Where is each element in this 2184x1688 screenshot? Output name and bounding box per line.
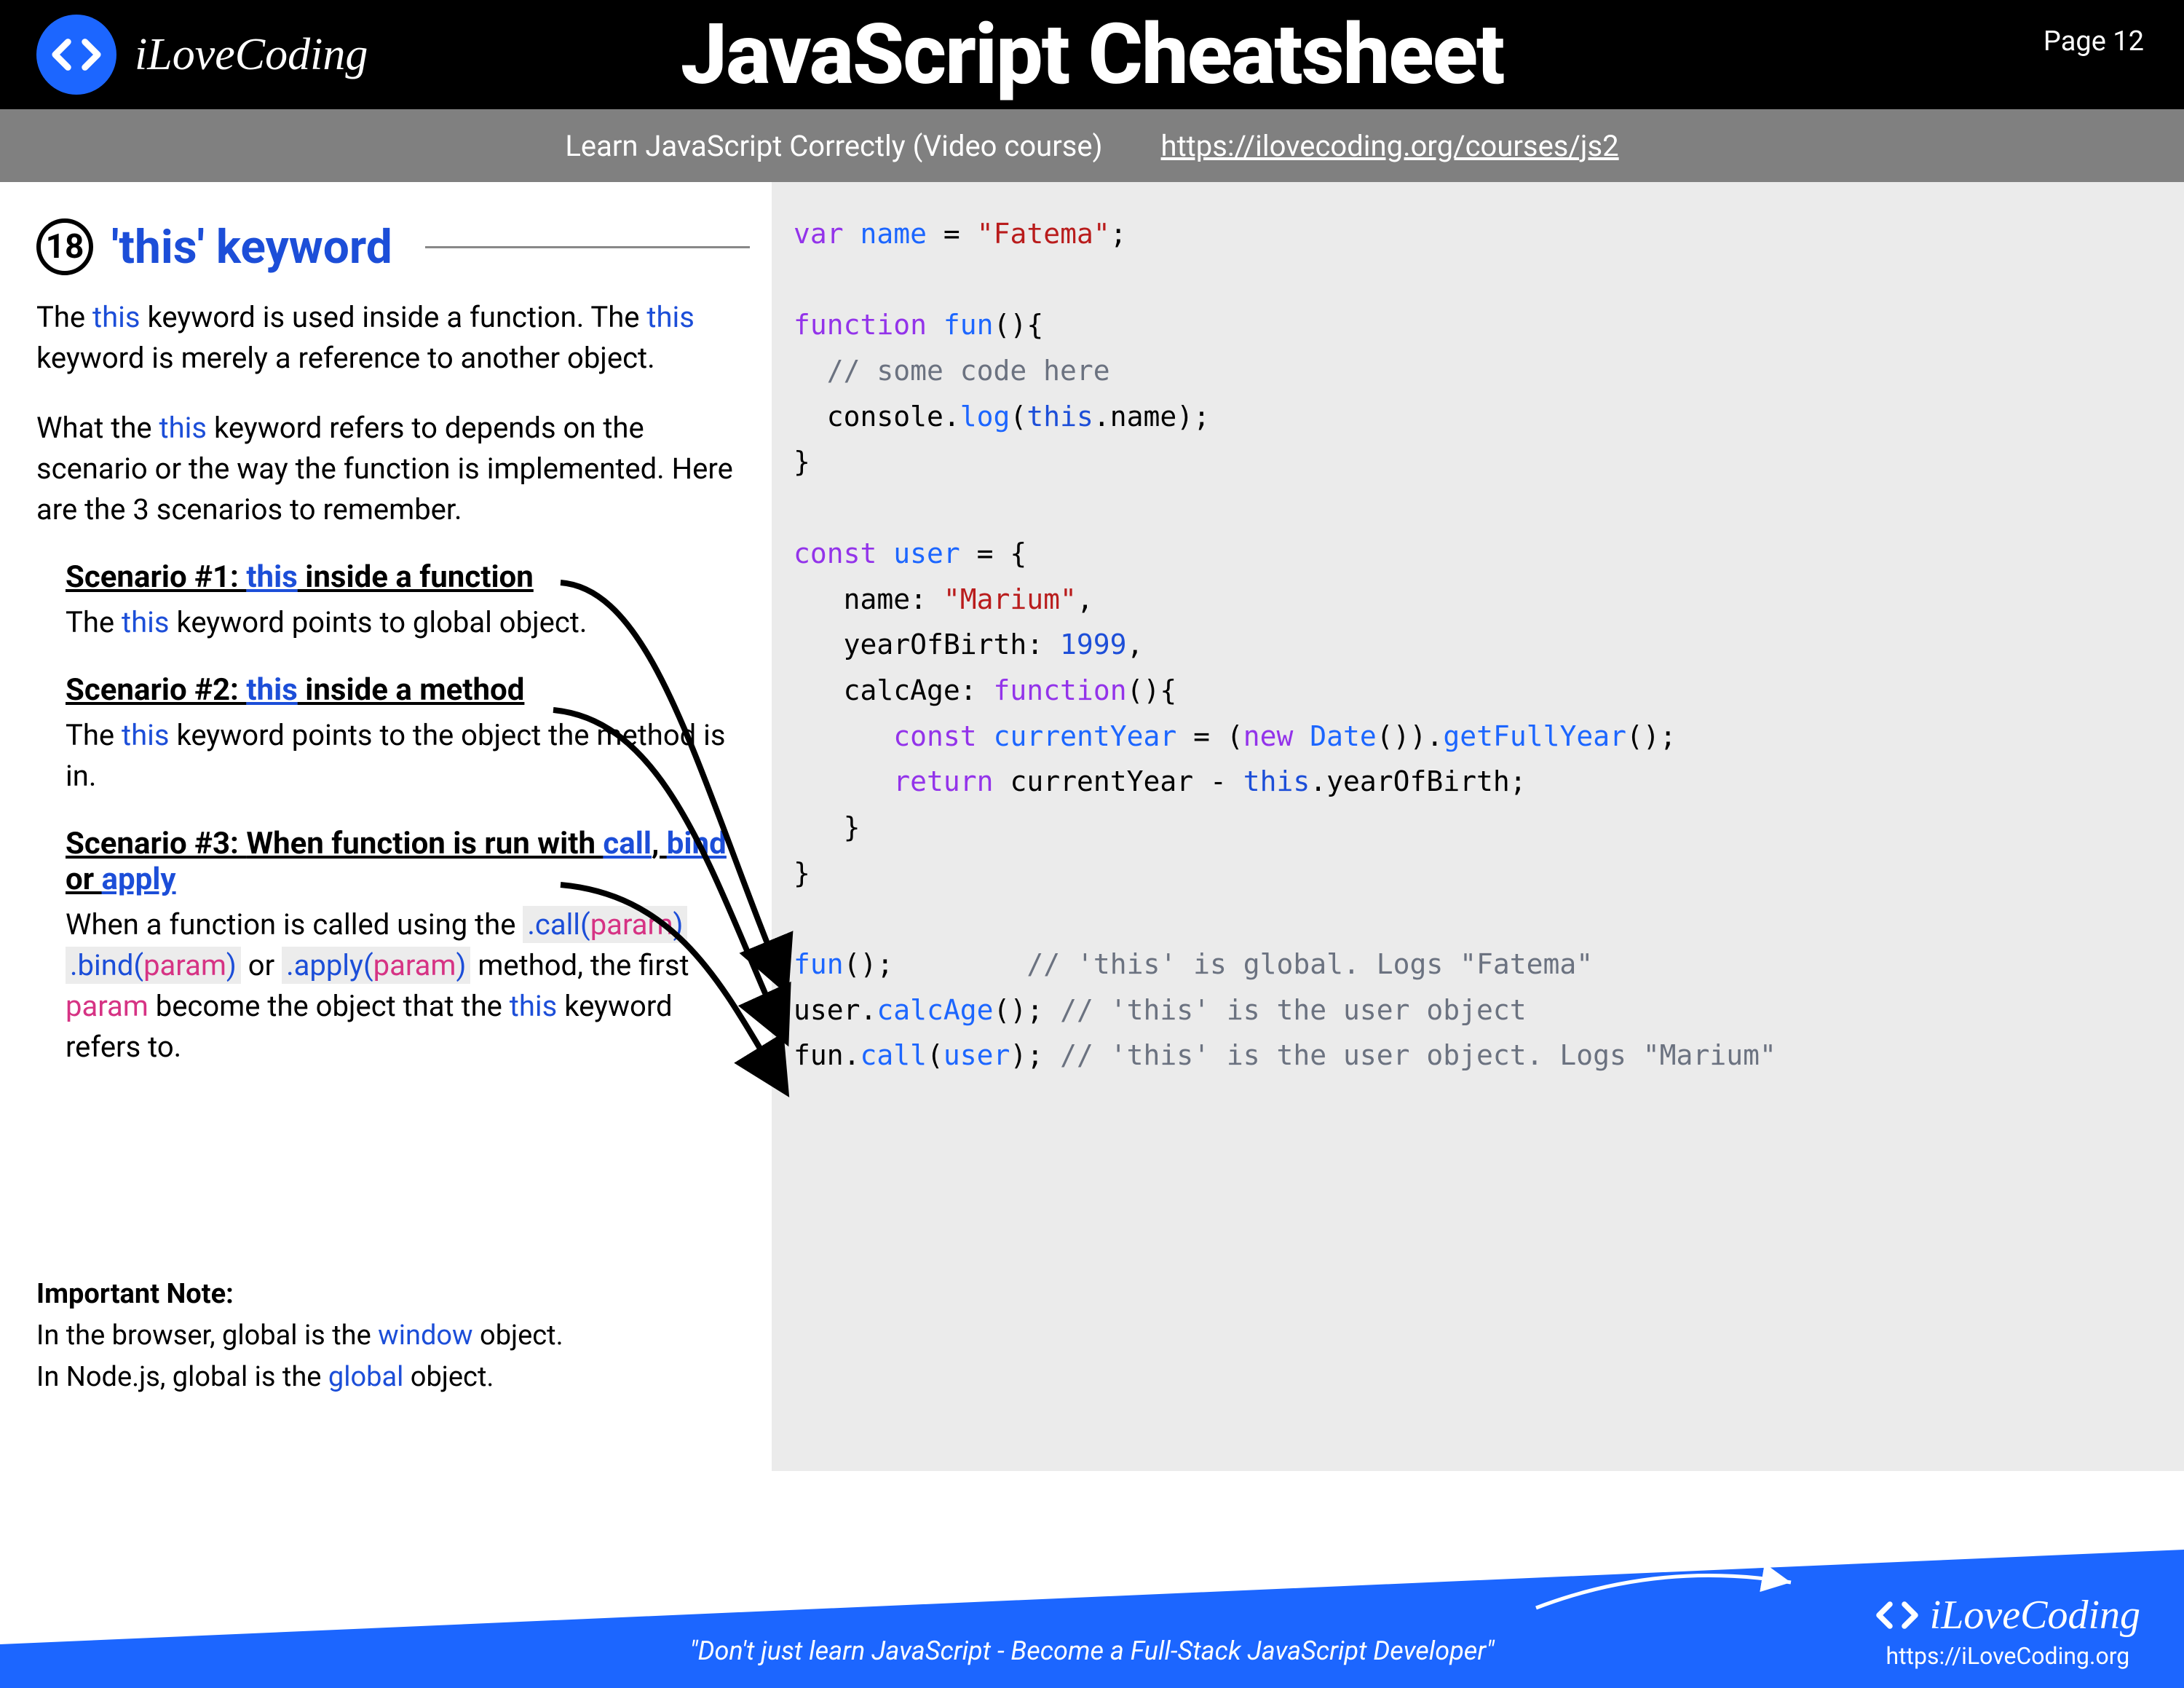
scenario-3: Scenario #3: When function is run with c… bbox=[66, 826, 750, 1068]
scenario-2-head: Scenario #2: this inside a method bbox=[66, 672, 750, 708]
note-line-2: In Node.js, global is the global object. bbox=[36, 1357, 563, 1398]
important-note: Important Note: In the browser, global i… bbox=[36, 1274, 563, 1398]
scenario-1: Scenario #1: this inside a function The … bbox=[66, 559, 750, 643]
note-line-1: In the browser, global is the window obj… bbox=[36, 1315, 563, 1357]
scenario-1-body: The this keyword points to global object… bbox=[66, 602, 750, 643]
scenario-3-head: Scenario #3: When function is run with c… bbox=[66, 826, 750, 897]
scenario-2: Scenario #2: this inside a method The th… bbox=[66, 672, 750, 797]
footer-arrow-icon bbox=[1529, 1557, 1805, 1615]
code-block: var name = "Fatema"; function fun(){ // … bbox=[772, 182, 2184, 1471]
logo-badge bbox=[36, 15, 116, 95]
page-title: JavaScript Cheatsheet bbox=[681, 6, 1504, 104]
intro-p2: What the this keyword refers to depends … bbox=[36, 408, 750, 530]
section-header: 18 'this' keyword bbox=[36, 218, 750, 275]
footer: "Don't just learn JavaScript - Become a … bbox=[0, 1550, 2184, 1688]
intro-p1: The this keyword is used inside a functi… bbox=[36, 297, 750, 379]
content-area: 18 'this' keyword The this keyword is us… bbox=[0, 182, 2184, 1471]
course-link[interactable]: https://ilovecoding.org/courses/js2 bbox=[1161, 129, 1619, 163]
scenario-1-head: Scenario #1: this inside a function bbox=[66, 559, 750, 595]
footer-brand: iLoveCoding bbox=[1930, 1592, 2140, 1638]
code-icon bbox=[1875, 1593, 1919, 1637]
footer-quote: "Don't just learn JavaScript - Become a … bbox=[689, 1636, 1494, 1666]
scenario-2-body: The this keyword points to the object th… bbox=[66, 715, 750, 797]
left-column: 18 'this' keyword The this keyword is us… bbox=[0, 182, 772, 1471]
header-bar: iLoveCoding JavaScript Cheatsheet Page 1… bbox=[0, 0, 2184, 109]
page-number: Page 12 bbox=[2043, 25, 2144, 58]
scenario-3-body: When a function is called using the .cal… bbox=[66, 904, 750, 1068]
footer-branding: iLoveCoding https://iLoveCoding.org bbox=[1875, 1592, 2140, 1670]
divider bbox=[425, 246, 750, 248]
course-label: Learn JavaScript Correctly (Video course… bbox=[565, 129, 1102, 163]
note-head: Important Note: bbox=[36, 1274, 563, 1315]
brand-text: iLoveCoding bbox=[135, 29, 368, 81]
section-title: 'this' keyword bbox=[111, 220, 392, 275]
footer-url: https://iLoveCoding.org bbox=[1875, 1642, 2140, 1670]
section-number: 18 bbox=[36, 218, 93, 275]
subheader-bar: Learn JavaScript Correctly (Video course… bbox=[0, 109, 2184, 182]
